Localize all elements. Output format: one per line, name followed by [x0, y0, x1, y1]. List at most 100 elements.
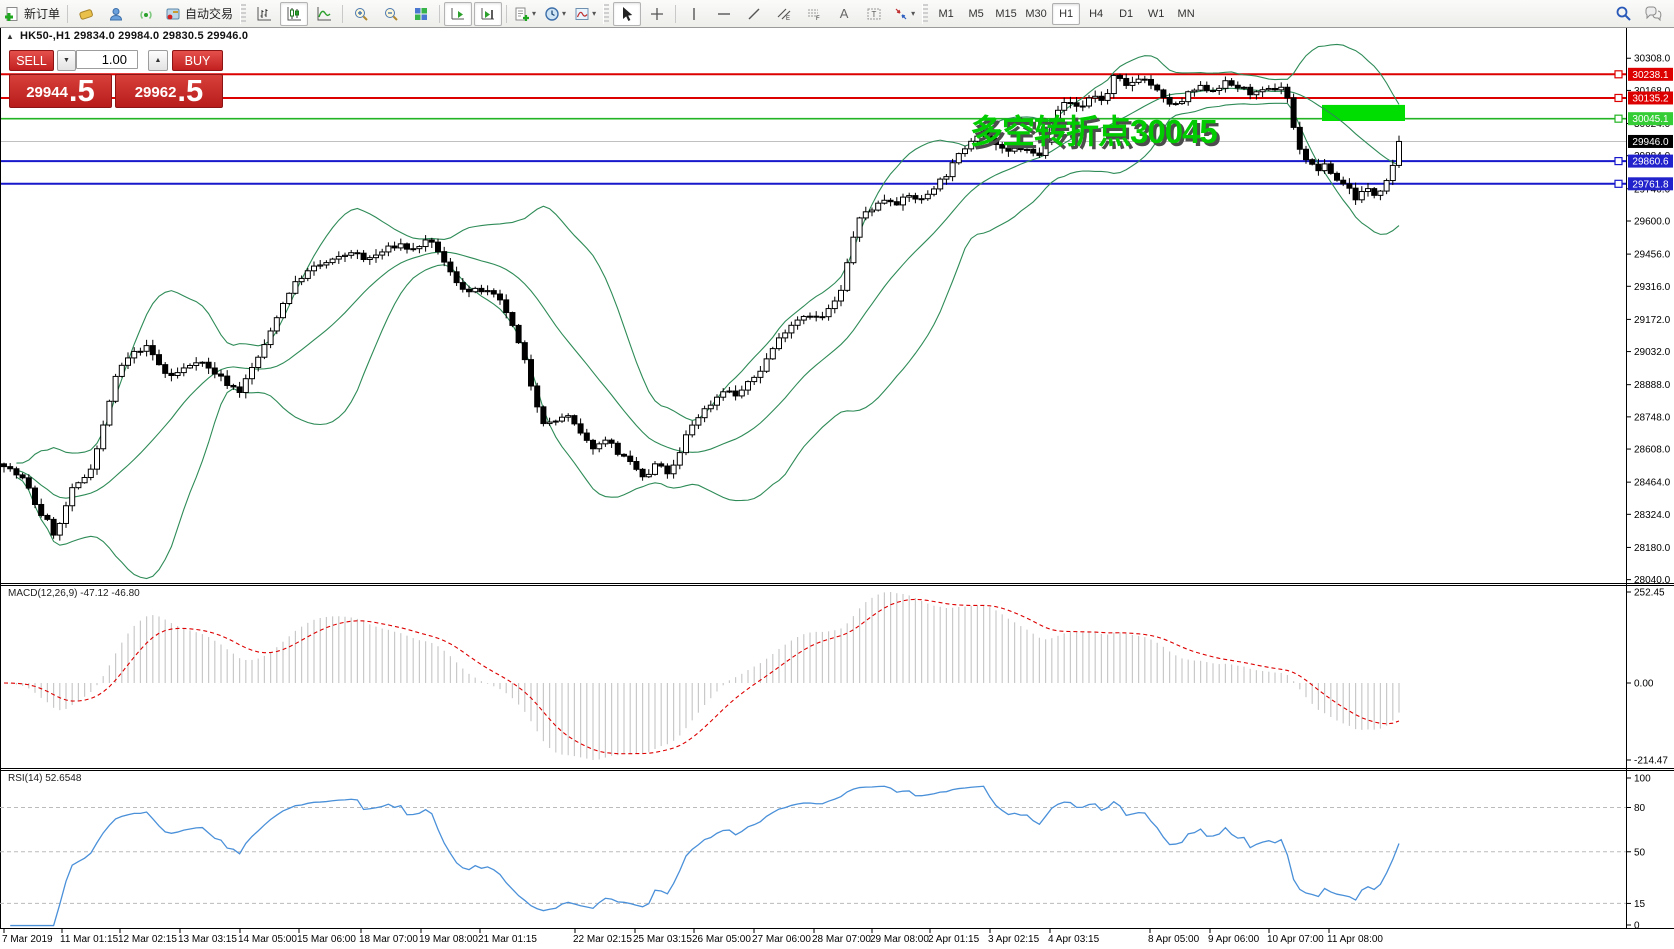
- timeframe-button-h4[interactable]: H4: [1082, 3, 1110, 25]
- trendline-icon: [746, 6, 762, 22]
- svg-text:-214.47: -214.47: [1634, 756, 1668, 767]
- timeframe-button-mn[interactable]: MN: [1172, 3, 1200, 25]
- chart-shift-button[interactable]: [474, 2, 502, 26]
- search-button[interactable]: [1609, 2, 1637, 26]
- buy-price-frac: .5: [177, 75, 203, 106]
- volume-decrease-button[interactable]: ▼: [57, 50, 76, 71]
- svg-text:50: 50: [1634, 847, 1646, 858]
- dropdown-arrow-icon: ▾: [532, 9, 536, 18]
- sell-price-main: 29944: [26, 80, 68, 106]
- horizontal-line-tool[interactable]: [710, 2, 738, 26]
- volume-input[interactable]: [76, 50, 138, 69]
- new-order-icon: [4, 6, 20, 22]
- svg-text:29172.0: 29172.0: [1634, 315, 1671, 326]
- toolbar-grip: [240, 4, 246, 24]
- text-label-tool[interactable]: T: [860, 2, 888, 26]
- signals-button[interactable]: [132, 2, 160, 26]
- svg-text:27 Mar 06:00: 27 Mar 06:00: [752, 934, 811, 945]
- bar-chart-button[interactable]: [250, 2, 278, 26]
- dropdown-arrow-icon: ▾: [562, 9, 566, 18]
- volume-increase-button[interactable]: ▲: [148, 50, 168, 71]
- svg-text:7 Mar 2019: 7 Mar 2019: [2, 934, 53, 945]
- toolbar-separator: [675, 5, 676, 23]
- toolbar-grip: [603, 4, 609, 24]
- buy-button[interactable]: BUY: [172, 50, 223, 71]
- line-chart-icon: [316, 6, 332, 22]
- vertical-line-tool[interactable]: [680, 2, 708, 26]
- svg-text:13 Mar 03:15: 13 Mar 03:15: [178, 934, 237, 945]
- svg-text:28888.0: 28888.0: [1634, 380, 1671, 391]
- equidistant-channel-tool[interactable]: E: [770, 2, 798, 26]
- chart-canvas: 30308.030168.030024.029884.029740.029600…: [0, 0, 1674, 949]
- bar-chart-icon: [256, 6, 272, 22]
- svg-text:29946.0: 29946.0: [1632, 137, 1669, 148]
- tile-windows-icon: [413, 6, 429, 22]
- search-icon: [1615, 5, 1632, 22]
- macd-indicator-label: MACD(12,26,9) -47.12 -46.80: [8, 588, 140, 599]
- svg-text:80: 80: [1634, 803, 1646, 814]
- svg-text:28 Mar 07:00: 28 Mar 07:00: [812, 934, 871, 945]
- templates-button[interactable]: ▾: [571, 2, 599, 26]
- svg-text:4 Apr 03:15: 4 Apr 03:15: [1048, 934, 1100, 945]
- svg-text:T: T: [872, 10, 877, 19]
- timeframe-button-m30[interactable]: M30: [1022, 3, 1050, 25]
- svg-text:29032.0: 29032.0: [1634, 347, 1671, 358]
- svg-text:100: 100: [1634, 774, 1651, 785]
- timeframe-button-h1[interactable]: H1: [1052, 3, 1080, 25]
- toolbar-grip: [922, 4, 928, 24]
- auto-trading-button[interactable]: 自动交易: [162, 2, 236, 26]
- templates-icon: [574, 6, 590, 22]
- fibonacci-tool[interactable]: F: [800, 2, 828, 26]
- tile-windows-button[interactable]: [407, 2, 435, 26]
- rsi-indicator-label: RSI(14) 52.6548: [8, 773, 81, 784]
- new-order-button[interactable]: 新订单: [1, 2, 63, 26]
- svg-text:18 Mar 07:00: 18 Mar 07:00: [359, 934, 418, 945]
- equidistant-channel-icon: E: [776, 6, 792, 22]
- signals-icon: [138, 6, 154, 22]
- svg-text:E: E: [786, 16, 790, 22]
- svg-text:28180.0: 28180.0: [1634, 543, 1671, 554]
- candlestick-chart-button[interactable]: [280, 2, 308, 26]
- svg-text:11 Mar 01:15: 11 Mar 01:15: [60, 934, 119, 945]
- zoom-in-button[interactable]: [347, 2, 375, 26]
- trendline-tool[interactable]: [740, 2, 768, 26]
- timeframe-button-w1[interactable]: W1: [1142, 3, 1170, 25]
- auto-scroll-icon: [450, 6, 466, 22]
- sell-button[interactable]: SELL: [9, 50, 54, 71]
- svg-text:8 Apr 05:00: 8 Apr 05:00: [1148, 934, 1200, 945]
- text-tool[interactable]: A: [830, 2, 858, 26]
- arrows-tool[interactable]: ▾: [890, 2, 918, 26]
- chat-button[interactable]: [1639, 2, 1667, 26]
- rectangle-object: [1322, 105, 1405, 121]
- auto-scroll-button[interactable]: [444, 2, 472, 26]
- community-button[interactable]: [102, 2, 130, 26]
- fibonacci-icon: F: [806, 6, 822, 22]
- svg-text:15: 15: [1634, 899, 1646, 910]
- timeframe-button-m1[interactable]: M1: [932, 3, 960, 25]
- panel-collapse-icon[interactable]: ▲: [6, 32, 14, 41]
- svg-text:12 Mar 02:15: 12 Mar 02:15: [118, 934, 177, 945]
- indicators-icon: [514, 6, 530, 22]
- zoom-out-button[interactable]: [377, 2, 405, 26]
- svg-text:F: F: [816, 16, 820, 22]
- indicators-button[interactable]: ▾: [511, 2, 539, 26]
- cursor-button[interactable]: [613, 2, 641, 26]
- eraser-button[interactable]: [72, 2, 100, 26]
- svg-text:29316.0: 29316.0: [1634, 282, 1671, 293]
- crosshair-button[interactable]: [643, 2, 671, 26]
- auto-trading-label: 自动交易: [185, 5, 233, 22]
- svg-text:29600.0: 29600.0: [1634, 217, 1671, 228]
- line-chart-button[interactable]: [310, 2, 338, 26]
- timeframe-button-m15[interactable]: M15: [992, 3, 1020, 25]
- dropdown-arrow-icon: ▾: [592, 9, 596, 18]
- periods-button[interactable]: ▾: [541, 2, 569, 26]
- drawn-rectangle: [1322, 105, 1405, 121]
- sell-price-button[interactable]: 29944 .5: [9, 74, 112, 108]
- mt4-window: 30308.030168.030024.029884.029740.029600…: [0, 0, 1674, 949]
- buy-price-button[interactable]: 29962 .5: [115, 74, 223, 108]
- community-icon: [108, 6, 124, 22]
- timeframe-button-m5[interactable]: M5: [962, 3, 990, 25]
- toolbar-separator: [439, 5, 440, 23]
- svg-text:2 Apr 01:15: 2 Apr 01:15: [928, 934, 980, 945]
- timeframe-button-d1[interactable]: D1: [1112, 3, 1140, 25]
